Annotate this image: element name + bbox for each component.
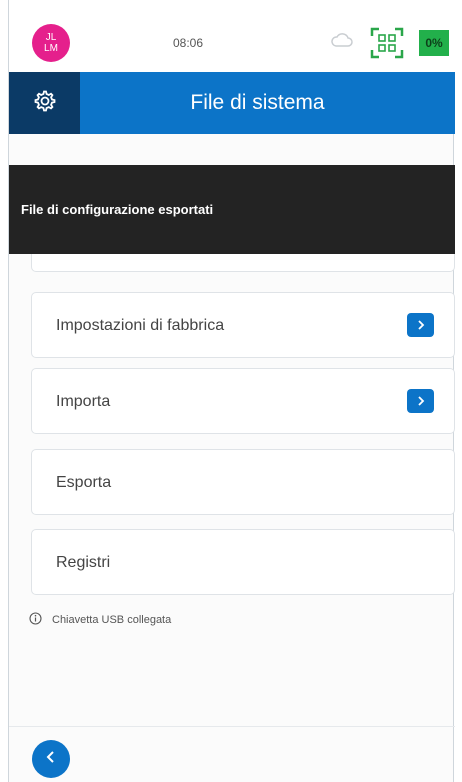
page-title: File di sistema (190, 91, 325, 114)
menu-item-factory-settings[interactable]: Impostazioni di fabbrica (31, 292, 455, 358)
info-icon (29, 612, 42, 628)
qr-scan-icon[interactable] (370, 27, 404, 64)
divider (9, 726, 455, 727)
status-bar: JL LM 08:06 0% (9, 0, 455, 72)
menu-item-label: Registri (56, 554, 111, 571)
menu-item-logs[interactable]: Registri (31, 529, 455, 595)
chevron-right-icon[interactable] (407, 313, 434, 337)
avatar-initials-bottom: LM (44, 43, 58, 54)
settings-button[interactable] (9, 72, 80, 134)
gear-icon (33, 89, 57, 118)
battery-indicator: 0% (419, 30, 449, 56)
menu-item-label: Importa (56, 393, 111, 410)
avatar[interactable]: JL LM (32, 24, 70, 62)
clock: 08:06 (173, 36, 204, 50)
chevron-left-icon (45, 750, 57, 769)
menu-item-import[interactable]: Importa (31, 368, 455, 434)
back-button[interactable] (32, 740, 70, 778)
avatar-initials-top: JL (45, 32, 57, 43)
toast-notification: File di configurazione esportati (9, 165, 455, 254)
list-item (31, 254, 455, 272)
header-bar: File di sistema (9, 72, 455, 134)
menu-item-label: Esporta (56, 474, 112, 491)
menu-item-label: Impostazioni di fabbrica (56, 317, 225, 334)
usb-status: Chiavetta USB collegata (29, 612, 171, 628)
app-frame: JL LM 08:06 0% File di sistema File di c… (8, 0, 455, 782)
chevron-right-icon[interactable] (407, 389, 434, 413)
usb-status-text: Chiavetta USB collegata (52, 614, 172, 626)
cloud-icon (331, 33, 353, 52)
menu-item-export[interactable]: Esporta (31, 449, 455, 515)
